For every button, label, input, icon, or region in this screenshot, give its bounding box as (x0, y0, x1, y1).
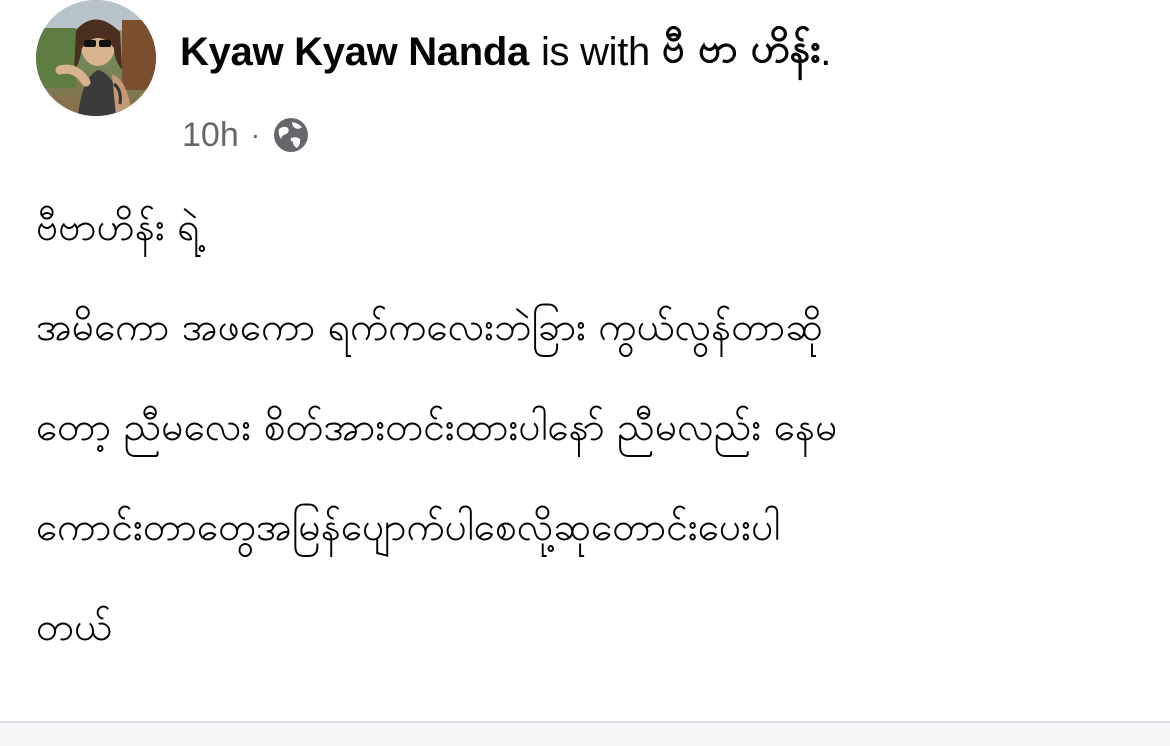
globe-icon[interactable] (272, 116, 310, 154)
post-body-line: အမိကော အဖကော ရက်ကလေးဘဲခြား ကွယ်လွန်တာဆို (36, 305, 823, 350)
post-meta: 10h · (182, 112, 310, 158)
meta-separator: · (250, 119, 261, 150)
post-body-line: ဗီဗာဟိန်း ရဲ့ (36, 205, 200, 250)
with-text: is with (540, 29, 651, 74)
header-period: . (820, 29, 832, 74)
author-name-link[interactable]: Kyaw Kyaw Nanda (180, 30, 529, 75)
post-body-line: တော့ ညီမလေး စိတ်အားတင်းထားပါနော် ညီမလည်း… (36, 405, 838, 450)
tagged-user-link[interactable]: ဗီ ဗာ ဟိန်း (662, 23, 821, 82)
post-body: ဗီဗာဟိန်း ရဲ့ အမိကော အဖကော ရက်ကလေးဘဲခြား… (36, 178, 1136, 678)
feed-gap (0, 723, 1170, 746)
post-body-line: တယ် (36, 605, 112, 650)
author-avatar[interactable] (36, 0, 156, 116)
post-card: Kyaw Kyaw Nanda is with ဗီ ဗာ ဟိန်း . 10… (0, 0, 1170, 746)
avatar-photo (36, 0, 156, 116)
post-header: Kyaw Kyaw Nanda is with ဗီ ဗာ ဟိန်း . (180, 22, 831, 82)
post-timestamp[interactable]: 10h (182, 116, 239, 155)
post-body-line: ကောင်းတာတွေအမြန်ပျောက်ပါစေလို့ဆုတောင်းပေ… (36, 505, 781, 550)
